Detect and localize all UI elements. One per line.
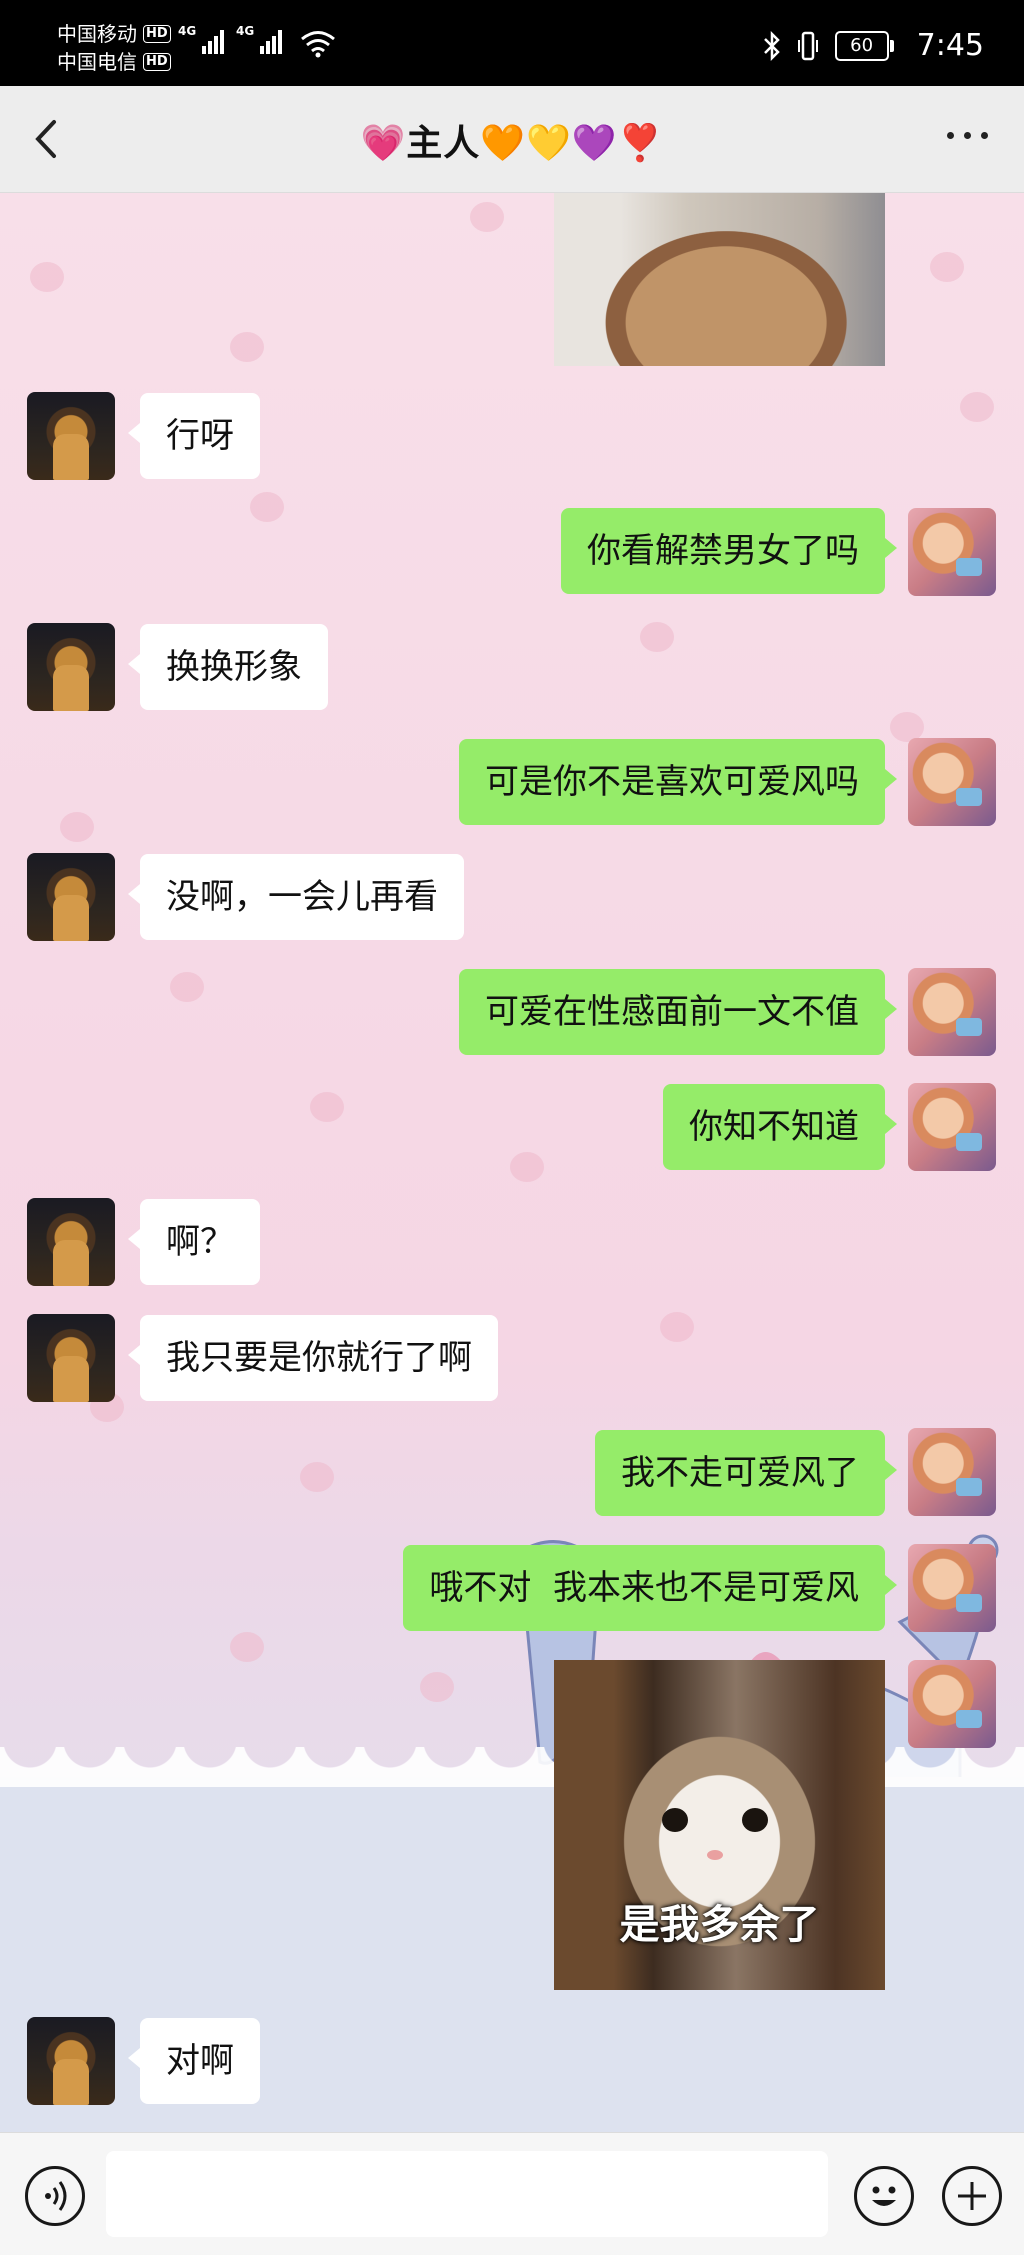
outgoing-message[interactable]: 你知不知道 (663, 1084, 897, 1170)
contact-avatar[interactable] (27, 2017, 115, 2105)
my-avatar[interactable] (908, 968, 996, 1056)
message-list[interactable]: 行呀 你看解禁男女了吗 换换形象 可是你不是喜欢可爱风吗 没啊，一会儿再看 可爱… (0, 192, 1024, 2132)
paw-decoration (230, 1632, 264, 1662)
my-avatar[interactable] (908, 1083, 996, 1171)
outgoing-message[interactable]: 可是你不是喜欢可爱风吗 (459, 739, 897, 825)
incoming-message[interactable]: 行呀 (128, 393, 260, 479)
battery-icon: 60 (834, 30, 894, 61)
outgoing-message[interactable]: 可爱在性感面前一文不值 (459, 969, 897, 1055)
chat-title: 💗主人🧡💛💜❣️ (360, 123, 664, 164)
hd-badge: HD (143, 53, 171, 71)
incoming-message[interactable]: 换换形象 (128, 624, 328, 710)
carrier-2: 中国电信 (57, 50, 137, 74)
more-dots-icon (947, 132, 954, 139)
clock: 7:45 (916, 28, 984, 63)
contact-avatar[interactable] (27, 1198, 115, 1286)
contact-avatar[interactable] (27, 623, 115, 711)
paw-decoration (60, 812, 94, 842)
chat-screen: 中国移动 HD 中国电信 HD 4G 4G 60 7:45 💗主人🧡💛💜❣️ 行… (0, 0, 1024, 2255)
chat-header: 💗主人🧡💛💜❣️ (0, 86, 1024, 193)
paw-decoration (960, 392, 994, 422)
plus-button[interactable] (942, 2166, 1002, 2226)
paw-decoration (170, 972, 204, 1002)
input-bar (0, 2132, 1024, 2255)
my-avatar[interactable] (908, 1428, 996, 1516)
carrier-info: 中国移动 HD 中国电信 HD (57, 20, 171, 76)
more-button[interactable] (947, 132, 988, 139)
status-bar: 中国移动 HD 中国电信 HD 4G 4G 60 7:45 (0, 0, 1024, 86)
paw-decoration (250, 492, 284, 522)
paw-decoration (310, 1092, 344, 1122)
voice-button[interactable] (25, 2166, 85, 2226)
wifi-icon (300, 30, 336, 62)
paw-decoration (300, 1462, 334, 1492)
carrier-1: 中国移动 (57, 22, 137, 46)
incoming-message[interactable]: 啊？ (128, 1199, 260, 1285)
outgoing-message[interactable]: 你看解禁男女了吗 (561, 508, 897, 594)
my-avatar[interactable] (908, 1660, 996, 1748)
my-avatar[interactable] (908, 1544, 996, 1632)
my-avatar[interactable] (908, 738, 996, 826)
status-right: 60 7:45 (763, 28, 984, 63)
image-message[interactable] (554, 192, 885, 366)
paw-decoration (930, 252, 964, 282)
vibrate-icon (797, 31, 818, 60)
message-input[interactable] (106, 2151, 828, 2237)
voice-icon (45, 2181, 67, 2211)
outgoing-message[interactable]: 我不走可爱风了 (595, 1430, 897, 1516)
sticker-message[interactable]: 是我多余了 (554, 1660, 885, 1990)
emoji-icon (872, 2186, 896, 2206)
my-avatar[interactable] (908, 508, 996, 596)
paw-decoration (640, 622, 674, 652)
incoming-message[interactable]: 我只要是你就行了啊 (128, 1315, 498, 1401)
contact-avatar[interactable] (27, 1314, 115, 1402)
paw-decoration (470, 202, 504, 232)
paw-decoration (510, 1152, 544, 1182)
paw-decoration (230, 332, 264, 362)
paw-decoration (660, 1312, 694, 1342)
emoji-button[interactable] (854, 2166, 914, 2226)
sticker-caption: 是我多余了 (619, 1902, 820, 1948)
incoming-message[interactable]: 对啊 (128, 2018, 260, 2104)
outgoing-message[interactable]: 哦不对 我本来也不是可爱风 (403, 1545, 897, 1631)
contact-avatar[interactable] (27, 853, 115, 941)
hd-badge: HD (143, 25, 171, 43)
plus-icon (958, 2182, 986, 2210)
bluetooth-icon (763, 30, 780, 61)
signal-icon: 4G 4G (178, 24, 282, 54)
paw-decoration (420, 1672, 454, 1702)
contact-avatar[interactable] (27, 392, 115, 480)
incoming-message[interactable]: 没啊，一会儿再看 (128, 854, 464, 940)
paw-decoration (30, 262, 64, 292)
